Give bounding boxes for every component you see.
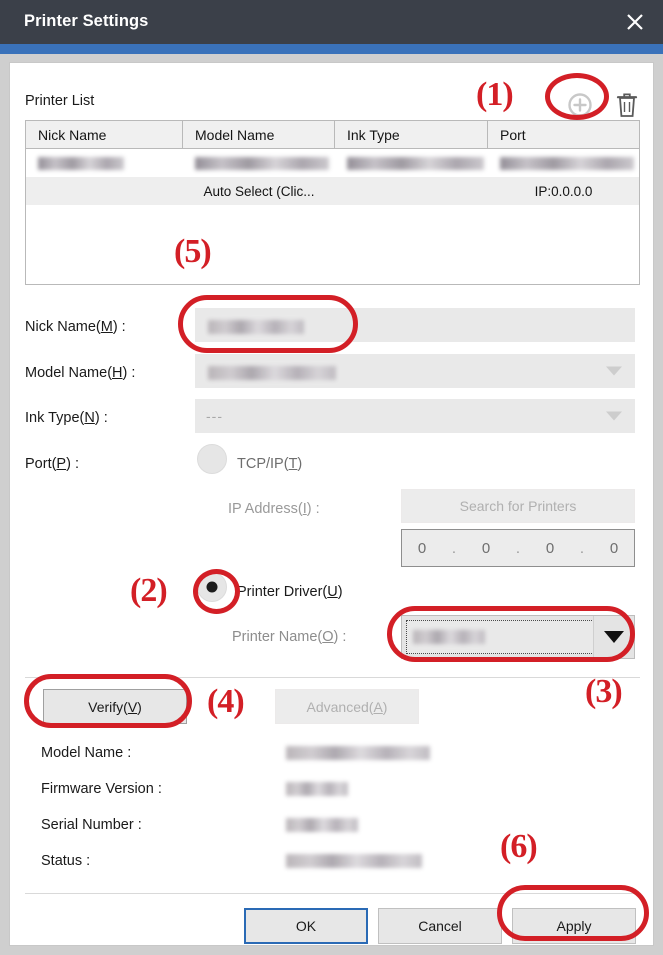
info-firmware-version-label: Firmware Version : [41, 781, 162, 797]
advanced-button[interactable]: Advanced(A) [275, 689, 419, 724]
annotation-5-label: (5) [174, 233, 212, 270]
nick-name-label: Nick Name(M) : [25, 319, 126, 335]
column-header-nick-name[interactable]: Nick Name [26, 121, 183, 148]
radio-printer-driver-label: Printer Driver(U) [237, 584, 343, 600]
cell-ink-type [335, 177, 488, 205]
annotation-1-label: (1) [476, 76, 514, 113]
column-header-model-name[interactable]: Model Name [183, 121, 335, 148]
radio-printer-driver[interactable] [197, 572, 227, 602]
port-label: Port(P) : [25, 456, 79, 472]
ip-separator: . [579, 539, 585, 557]
annotation-6-label: (6) [500, 828, 538, 865]
info-model-name-label: Model Name : [41, 745, 132, 761]
info-status-label: Status : [41, 853, 91, 869]
info-serial-number-label: Serial Number : [41, 817, 142, 833]
redacted-text [195, 156, 329, 170]
annotation-2-label: (2) [130, 572, 168, 609]
window-title: Printer Settings [24, 12, 149, 30]
info-firmware-version-value [286, 782, 348, 796]
chevron-down-icon [606, 411, 622, 421]
ip-separator: . [451, 539, 457, 557]
redacted-text [38, 156, 124, 170]
redacted-text [208, 320, 304, 334]
ok-button[interactable]: OK [244, 908, 368, 944]
ink-type-label: Ink Type(N) : [25, 410, 108, 426]
chevron-down-icon [606, 366, 622, 376]
ip-octet-1[interactable]: 0 [402, 540, 442, 557]
printer-list-table[interactable]: Nick Name Model Name Ink Type Port Auto … [25, 120, 640, 285]
dialog-frame: Printer List Nick Name Model Name Ink Ty… [0, 54, 663, 955]
cell-model-name [183, 149, 335, 177]
ip-separator: . [515, 539, 521, 557]
ip-octet-2[interactable]: 0 [466, 540, 506, 557]
column-header-port[interactable]: Port [488, 121, 639, 148]
chevron-down-icon [604, 631, 624, 643]
ip-address-input[interactable]: 0 . 0 . 0 . 0 [401, 529, 635, 567]
annotation-3-label: (3) [585, 673, 623, 710]
table-row[interactable]: Auto Select (Clic... IP:0.0.0.0 [26, 177, 639, 205]
content-panel: Printer List Nick Name Model Name Ink Ty… [9, 62, 654, 946]
redacted-text [500, 156, 634, 170]
model-name-label: Model Name(H) : [25, 365, 136, 381]
printer-settings-dialog: Printer Settings Printer List Nick Name … [0, 0, 663, 955]
printer-name-value-box [406, 620, 594, 654]
apply-button[interactable]: Apply [512, 908, 636, 944]
printer-list-label: Printer List [25, 93, 95, 109]
column-header-ink-type[interactable]: Ink Type [335, 121, 488, 148]
combobox-toggle[interactable] [593, 616, 634, 658]
info-status-value [286, 854, 422, 868]
cell-nick-name [26, 177, 183, 205]
close-icon[interactable] [607, 0, 663, 44]
printer-name-combobox[interactable] [401, 615, 635, 659]
divider [25, 677, 640, 678]
radio-tcp-ip-label: TCP/IP(T) [237, 456, 303, 472]
cell-port [488, 149, 639, 177]
accent-bar [0, 44, 663, 54]
info-model-name-value [286, 746, 430, 760]
table-row[interactable] [26, 149, 639, 177]
ip-octet-3[interactable]: 0 [530, 540, 570, 557]
nick-name-input[interactable] [195, 308, 635, 342]
cell-model-name: Auto Select (Clic... [203, 183, 315, 199]
radio-selected-dot [206, 581, 218, 593]
table-header-row: Nick Name Model Name Ink Type Port [26, 121, 639, 149]
cell-nick-name [26, 149, 183, 177]
title-bar: Printer Settings [0, 0, 663, 44]
cell-ink-type [335, 149, 488, 177]
trash-icon[interactable] [614, 90, 640, 120]
info-serial-number-value [286, 818, 358, 832]
ink-type-select[interactable]: --- [195, 399, 635, 433]
annotation-4-label: (4) [207, 683, 245, 720]
cancel-button[interactable]: Cancel [378, 908, 502, 944]
add-circle-icon[interactable] [565, 90, 595, 120]
ink-type-value: --- [206, 408, 223, 424]
radio-tcp-ip[interactable] [197, 444, 227, 474]
printer-name-label: Printer Name(O) : [232, 629, 347, 645]
redacted-text [347, 156, 484, 170]
divider [25, 893, 640, 894]
search-for-printers-button[interactable]: Search for Printers [401, 489, 635, 523]
redacted-text [208, 366, 336, 380]
ip-octet-4[interactable]: 0 [594, 540, 634, 557]
redacted-text [413, 630, 485, 644]
ip-address-label: IP Address(I) : [228, 501, 320, 517]
verify-button[interactable]: Verify(V) [43, 689, 187, 724]
model-name-select[interactable] [195, 354, 635, 388]
cell-port: IP:0.0.0.0 [534, 183, 593, 199]
